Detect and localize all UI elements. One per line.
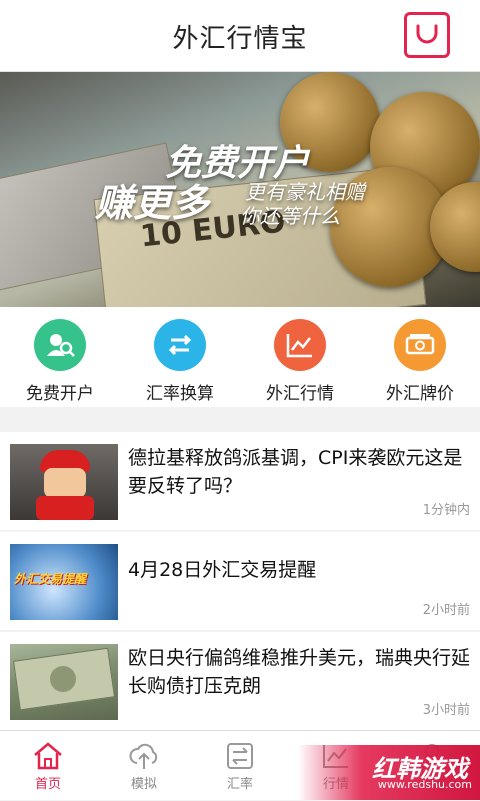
banner-tagline-2: 你还等什么 xyxy=(240,204,340,228)
news-time: 3小时前 xyxy=(422,703,470,718)
quick-fx-quotes[interactable]: 外汇行情 xyxy=(240,319,360,404)
tab-label: 汇率 xyxy=(226,777,253,792)
news-item[interactable]: 外汇交易提醒 4月28日外汇交易提醒 2小时前 xyxy=(0,532,480,630)
line-chart-icon xyxy=(274,319,326,371)
exchange-icon xyxy=(154,319,206,371)
quick-label: 外汇行情 xyxy=(266,384,334,404)
watermark-overlay: 红韩游戏 www.redshu.com xyxy=(298,745,480,800)
tab-rates[interactable]: 汇率 xyxy=(192,731,288,801)
news-thumbnail xyxy=(10,444,118,520)
news-headline: 欧日央行偏鸽维稳推升美元，瑞典央行延长购债打压克朗 xyxy=(128,647,471,697)
news-time: 1分钟内 xyxy=(422,503,470,518)
cloud-upload-icon xyxy=(129,743,158,769)
quick-open-account[interactable]: 免费开户 xyxy=(0,319,120,404)
quick-label: 免费开户 xyxy=(26,384,94,404)
news-thumbnail: 外汇交易提醒 xyxy=(10,544,118,620)
news-time: 2小时前 xyxy=(422,603,470,618)
tab-home[interactable]: 首页 xyxy=(0,731,96,801)
watermark-url: www.redshu.com xyxy=(377,778,472,791)
shopping-bag-icon xyxy=(416,24,438,44)
quick-actions: 免费开户 汇率换算 外汇行情 外汇牌价 xyxy=(0,307,480,407)
news-headline: 4月28日外汇交易提醒 xyxy=(128,559,317,581)
banknote-icon xyxy=(394,319,446,371)
top-bar: 外汇行情宝 xyxy=(0,0,480,72)
user-search-icon xyxy=(34,319,86,371)
news-item[interactable]: 欧日央行偏鸽维稳推升美元，瑞典央行延长购债打压克朗 3小时前 xyxy=(0,632,480,730)
home-icon xyxy=(34,742,62,770)
thumbnail-caption: 外汇交易提醒 xyxy=(14,572,87,586)
shopping-bag-button[interactable] xyxy=(404,12,450,58)
promo-banner[interactable]: 10 EURO 免费开户 赚更多 更有豪礼相赠 你还等什么 xyxy=(0,72,480,307)
quick-label: 汇率换算 xyxy=(146,384,214,404)
quick-label: 外汇牌价 xyxy=(386,384,454,404)
quick-fx-rates[interactable]: 外汇牌价 xyxy=(360,319,480,404)
quick-rate-convert[interactable]: 汇率换算 xyxy=(120,319,240,404)
tab-label: 首页 xyxy=(34,777,61,792)
news-item[interactable]: 德拉基释放鸽派基调，CPI来袭欧元这是要反转了吗？ 1分钟内 xyxy=(0,432,480,530)
tab-label: 模拟 xyxy=(130,777,157,792)
banner-subheadline: 赚更多 xyxy=(95,181,210,225)
exchange-box-icon xyxy=(227,743,253,769)
news-headline: 德拉基释放鸽派基调，CPI来袭欧元这是要反转了吗？ xyxy=(128,447,463,497)
tab-simulate[interactable]: 模拟 xyxy=(96,731,192,801)
news-thumbnail xyxy=(10,644,118,720)
